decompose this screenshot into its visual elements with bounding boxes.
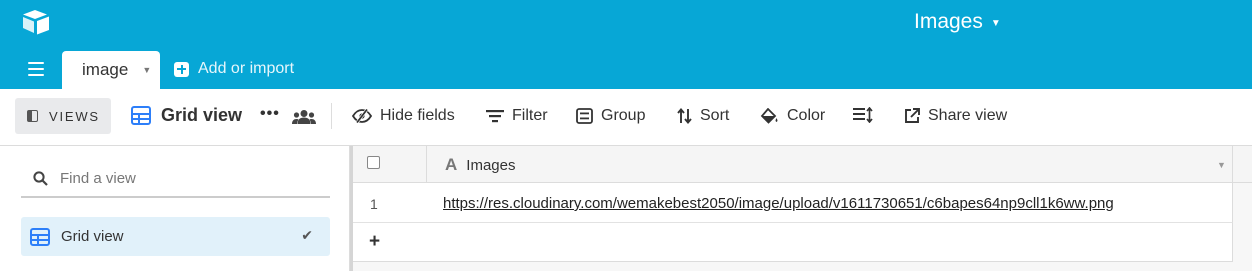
chevron-down-icon: ▼: [990, 17, 1001, 29]
table-row[interactable]: 1 https://res.cloudinary.com/wemakebest2…: [353, 183, 1233, 223]
chevron-down-icon[interactable]: ▼: [142, 65, 151, 75]
find-view-input[interactable]: [60, 169, 300, 187]
sidebar-item-label: Grid view: [61, 228, 124, 245]
sidebar-item-grid-view[interactable]: Grid view ✔: [21, 217, 330, 256]
hide-fields-button[interactable]: Hide fields: [352, 107, 455, 125]
hamburger-icon[interactable]: [28, 62, 44, 76]
toolbar-divider: [331, 103, 332, 129]
row-number: 1: [370, 196, 378, 212]
column-header-images[interactable]: A Images: [445, 155, 515, 175]
text-field-icon: A: [445, 155, 458, 174]
grid-header-row: A Images ▼: [353, 146, 1252, 183]
sort-arrows-icon: [677, 108, 692, 124]
table-tab-label: image: [82, 60, 129, 79]
group-icon: [576, 108, 593, 124]
column-divider: [1232, 146, 1233, 183]
hide-fields-label: Hide fields: [380, 107, 455, 124]
row-number-header: [353, 146, 427, 183]
grid-view-icon: [131, 106, 151, 125]
view-toolbar: VIEWS Grid view ••• Hide fields Filter G…: [0, 89, 1252, 146]
checkmark-icon: ✔: [301, 227, 313, 243]
chevron-down-icon[interactable]: ▼: [1217, 160, 1226, 170]
row-height-icon: [853, 107, 873, 123]
base-title-menu[interactable]: Images ▼: [914, 10, 1001, 34]
filter-icon: [486, 110, 504, 123]
filter-label: Filter: [512, 107, 548, 124]
filter-button[interactable]: Filter: [486, 107, 548, 125]
search-icon: [33, 170, 48, 186]
top-app-bar: Images ▼ image ▼ Add or import: [0, 0, 1252, 89]
current-view-switcher[interactable]: Grid view: [131, 105, 242, 126]
plus-square-icon: [174, 61, 189, 77]
grid-view-icon: [30, 227, 50, 246]
share-external-icon: [905, 108, 920, 123]
add-or-import-label: Add or import: [198, 60, 295, 77]
find-view-search: [21, 160, 330, 198]
row-height-button[interactable]: [853, 107, 873, 123]
views-toggle-button[interactable]: VIEWS: [15, 98, 111, 134]
group-label: Group: [601, 107, 646, 124]
views-sidebar: Grid view ✔: [0, 146, 350, 271]
sidebar-pane-icon: [27, 110, 38, 122]
base-title: Images: [914, 10, 983, 33]
sort-button[interactable]: Sort: [677, 107, 729, 125]
tab-table-image[interactable]: image ▼: [62, 51, 160, 89]
url-cell-link[interactable]: https://res.cloudinary.com/wemakebest205…: [443, 195, 1114, 212]
views-label: VIEWS: [49, 108, 100, 124]
share-view-button[interactable]: Share view: [904, 107, 1007, 125]
more-options-icon[interactable]: •••: [260, 105, 280, 123]
sort-label: Sort: [700, 107, 730, 124]
column-header-label: Images: [466, 156, 516, 174]
records-grid: A Images ▼ 1 https://res.cloudinary.com/…: [353, 146, 1252, 271]
select-all-checkbox[interactable]: [367, 156, 380, 169]
add-or-import-button[interactable]: Add or import: [174, 60, 294, 78]
share-view-label: Share view: [928, 107, 1008, 124]
add-record-row[interactable]: +: [353, 223, 1233, 262]
current-view-name: Grid view: [161, 105, 243, 125]
eye-slash-icon: [352, 109, 372, 123]
color-label: Color: [787, 107, 826, 124]
airtable-logo-icon[interactable]: [22, 9, 50, 35]
plus-icon: +: [369, 231, 381, 252]
color-button[interactable]: Color: [760, 107, 825, 125]
collaborators-icon[interactable]: [292, 109, 316, 125]
group-button[interactable]: Group: [576, 107, 645, 125]
paint-bucket-icon: [760, 107, 778, 124]
